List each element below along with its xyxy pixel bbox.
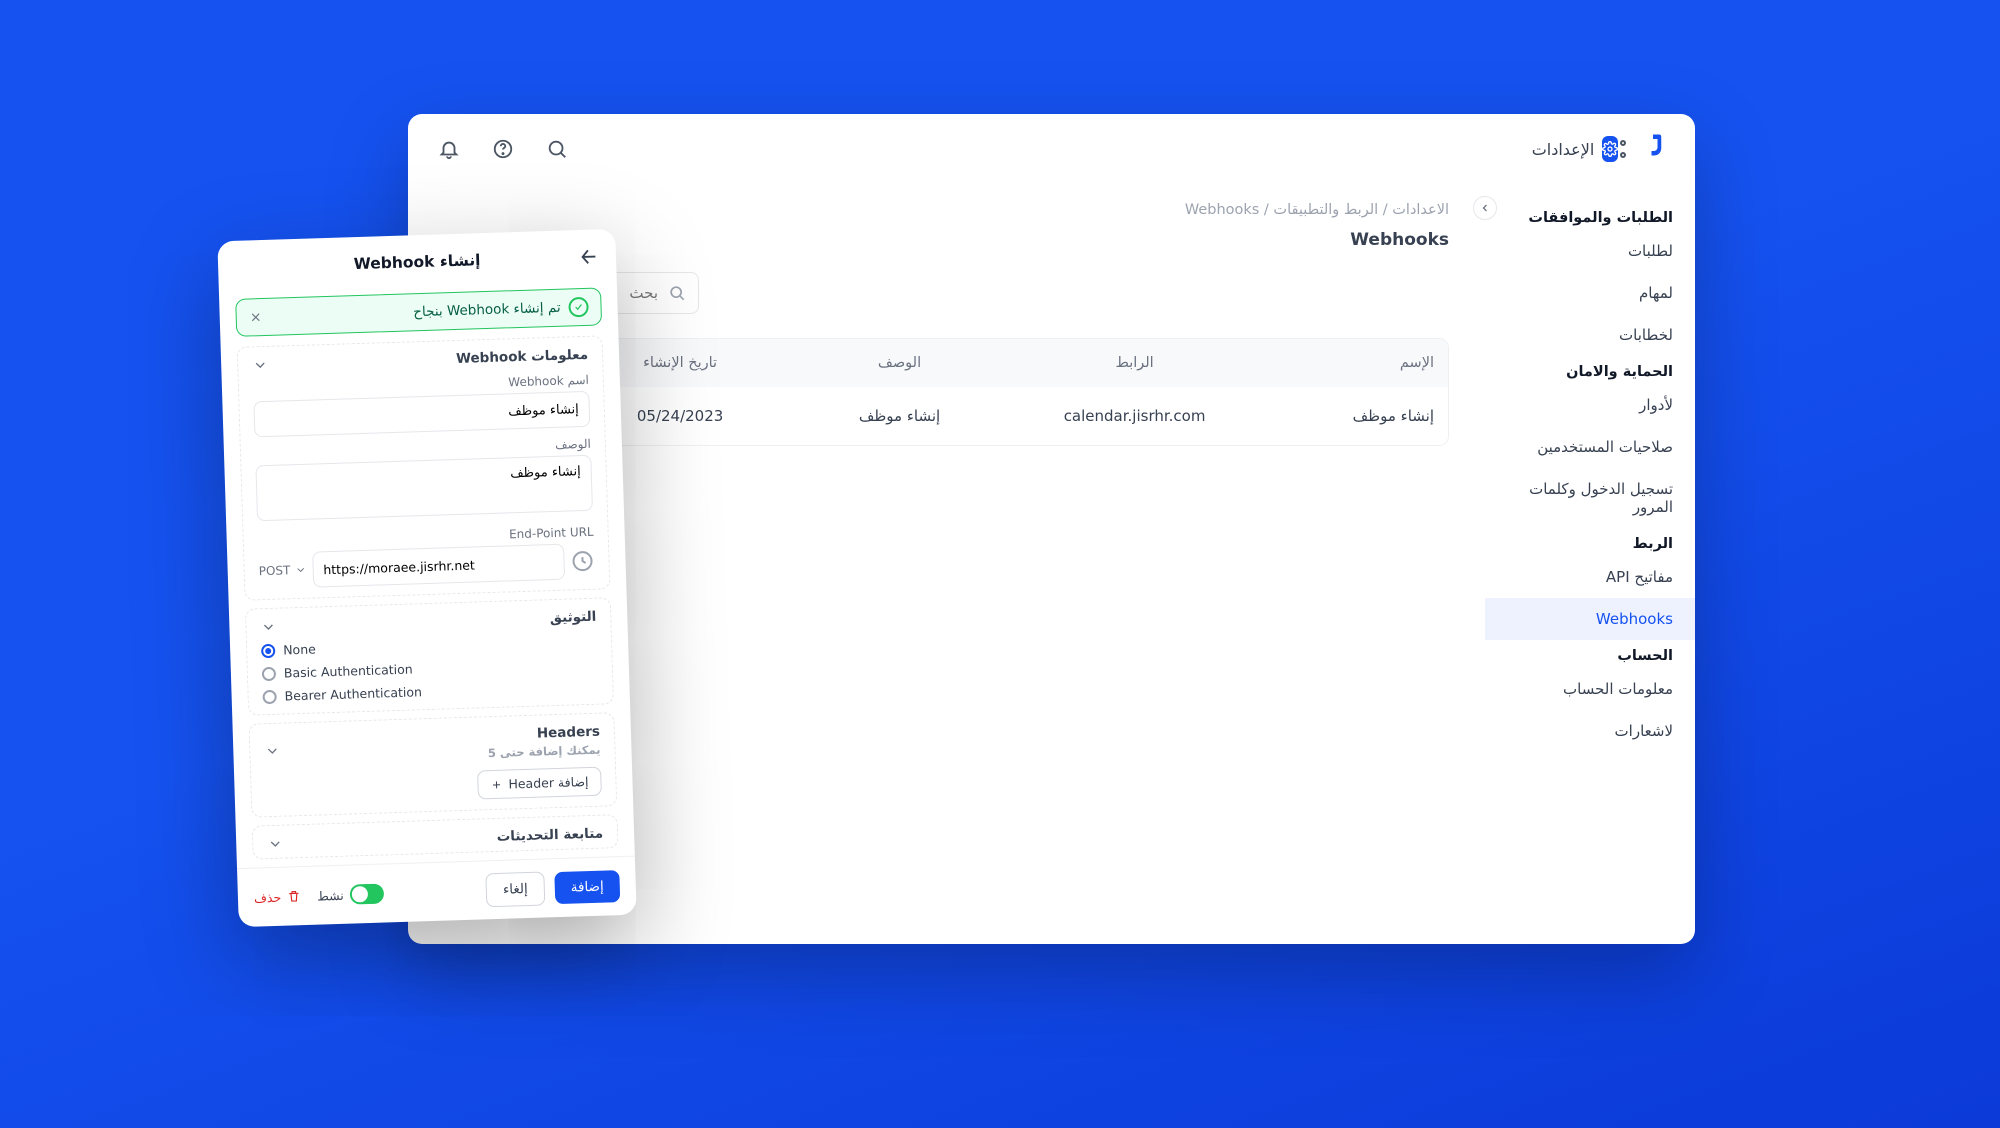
test-endpoint-icon[interactable]: [570, 549, 595, 574]
toast-text: تم إنشاء Webhook بنجاح: [413, 300, 561, 321]
webhook-desc-input[interactable]: إنشاء موظف: [255, 455, 593, 522]
http-method-select[interactable]: POST: [258, 563, 306, 578]
settings-label: الإعدادات: [1532, 140, 1595, 159]
settings-link[interactable]: الإعدادات: [1563, 137, 1587, 161]
chevron-down-icon[interactable]: [267, 836, 283, 852]
auth-none-radio[interactable]: None: [261, 633, 597, 659]
col-name: الإسم: [1260, 355, 1448, 371]
section-info: معلومات Webhook اسم Webhook الوصف إنشاء …: [237, 335, 611, 600]
auth-bearer-radio[interactable]: Bearer Authentication: [262, 679, 598, 705]
breadcrumb: الاعدادات / الربط والتطبيقات / Webhooks: [444, 202, 1449, 218]
sidebar-item-letters[interactable]: لخطابات: [1485, 314, 1695, 356]
cell-desc: إنشاء موظف: [790, 407, 1009, 425]
endpoint-url-input[interactable]: [312, 544, 565, 588]
sidebar-item-webhooks[interactable]: Webhooks: [1485, 598, 1695, 640]
add-header-button[interactable]: إضافة Header: [477, 767, 602, 800]
active-label: نشط: [317, 887, 344, 903]
active-toggle[interactable]: [349, 884, 384, 905]
sheet-footer: إضافة إلغاء نشط حذف: [237, 856, 637, 927]
auth-basic-radio[interactable]: Basic Authentication: [262, 656, 598, 682]
toast-close-icon[interactable]: [249, 310, 263, 324]
sidebar-item-user-permissions[interactable]: صلاحيات المستخدمين: [1485, 426, 1695, 468]
sidebar-item-login-passwords[interactable]: تسجيل الدخول وكلمات المرور: [1485, 468, 1695, 528]
settings-sidebar: الطلبات والموافقات لطلبات لمهام لخطابات …: [1485, 184, 1695, 944]
col-url: الرابط: [1009, 355, 1260, 371]
delete-button[interactable]: حذف: [254, 889, 302, 905]
sidebar-item-tasks[interactable]: لمهام: [1485, 272, 1695, 314]
cell-name: إنشاء موظف: [1260, 407, 1448, 425]
section-headers: Headers يمكنك إضافة حتى 5 إضافة Header: [248, 712, 617, 817]
section-follow-title: متابعة التحديثات: [496, 826, 603, 845]
section-auth-title: التوثيق: [550, 609, 597, 626]
search-icon[interactable]: [546, 138, 568, 160]
sidebar-item-api-keys[interactable]: مفاتيح API: [1485, 556, 1695, 598]
webhook-name-input[interactable]: [253, 391, 590, 438]
search-input-icon: [667, 283, 687, 303]
sheet-header: إنشاء Webhook: [217, 229, 616, 295]
chevron-down-icon[interactable]: [252, 357, 268, 373]
section-follow: متابعة التحديثات: [252, 814, 619, 859]
section-title: الحماية والامان: [1485, 356, 1695, 384]
check-circle-icon: [568, 297, 589, 318]
create-webhook-sheet: إنشاء Webhook تم إنشاء Webhook بنجاح معل…: [217, 229, 636, 927]
sheet-back-icon[interactable]: [578, 245, 601, 268]
sidebar-item-roles[interactable]: لأدوار: [1485, 384, 1695, 426]
sidebar-item-notifications[interactable]: لاشعارات: [1485, 710, 1695, 752]
section-headers-sub: يمكنك إضافة حتى 5: [488, 743, 601, 761]
sidebar-item-requests[interactable]: لطلبات: [1485, 230, 1695, 272]
chevron-down-icon[interactable]: [264, 742, 280, 758]
section-auth: التوثيق None Basic Authentication Bearer…: [245, 597, 614, 715]
sidebar-item-account-info[interactable]: معلومات الحساب: [1485, 668, 1695, 710]
cell-url: calendar.jisrhr.com: [1009, 407, 1260, 425]
bell-icon[interactable]: [438, 138, 460, 160]
section-headers-title: Headers: [537, 724, 601, 742]
col-desc: الوصف: [790, 355, 1009, 371]
section-title: الطلبات والموافقات: [1485, 202, 1695, 230]
topbar: الإعدادات: [408, 114, 1695, 184]
sidebar-collapse-icon[interactable]: [1473, 196, 1497, 220]
section-info-title: معلومات Webhook: [456, 347, 588, 367]
success-toast: تم إنشاء Webhook بنجاح: [235, 287, 602, 336]
chevron-down-icon[interactable]: [260, 619, 276, 635]
add-button[interactable]: إضافة: [554, 870, 620, 904]
gear-icon: [1602, 136, 1618, 162]
help-icon[interactable]: [492, 138, 514, 160]
brand-logo: [1647, 133, 1665, 165]
section-title: الحساب: [1485, 640, 1695, 668]
section-title: الربط: [1485, 528, 1695, 556]
cancel-button[interactable]: إلغاء: [485, 871, 545, 907]
sheet-title: إنشاء Webhook: [353, 251, 480, 273]
